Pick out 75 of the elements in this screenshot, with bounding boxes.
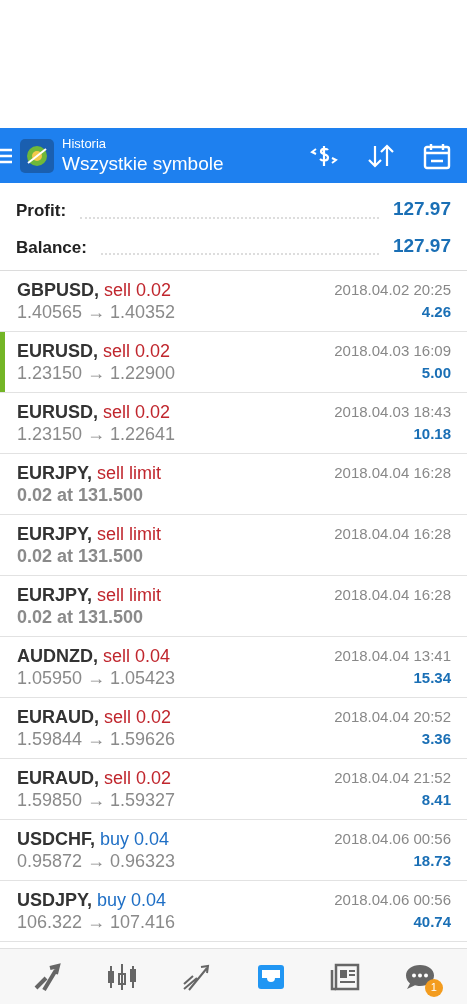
trade-action: sell 0.02 [103, 340, 171, 361]
deal-row[interactable]: EURAUD, sell 0.02 1.59844 → 1.59626 2018.04.04 20:52 3.36 [0, 698, 467, 759]
symbol-name: GBPUSD, [17, 279, 99, 300]
trade-action: sell 0.02 [104, 279, 172, 300]
order-volume-price: 0.02 at 131.500 [17, 484, 145, 507]
deal-time: 2018.04.06 00:56 [334, 830, 451, 849]
deal-profit: 40.74 [413, 912, 451, 932]
deal-row[interactable]: EURJPY, sell limit 0.02 at 131.500 2018.04.04 16:28 [0, 454, 467, 515]
deal-profit: 8.41 [421, 790, 451, 810]
header-title: Wszystkie symbole [62, 151, 224, 176]
deal-time: 2018.04.06 00:56 [334, 891, 451, 910]
price-change: 1.23150 → 1.22900 [17, 362, 176, 385]
calendar-icon[interactable] [423, 141, 451, 170]
price-change: 1.40565 → 1.40352 [17, 301, 176, 324]
symbol-name: EURJPY, [17, 523, 93, 544]
deal-profit: 5.00 [421, 363, 451, 383]
trade-action: buy 0.04 [97, 889, 167, 910]
order-volume-price: 0.02 at 131.500 [17, 606, 145, 629]
deal-profit: 3.36 [421, 729, 451, 749]
trade-action: sell 0.02 [104, 706, 172, 727]
deal-row[interactable]: USDJPY, buy 0.04 106.322 → 107.416 2018.04.06 00:56 40.74 [0, 881, 467, 942]
deal-profit: 15.34 [413, 668, 451, 688]
trade-action: sell limit [97, 584, 162, 605]
deal-row[interactable]: EURJPY, sell limit 0.02 at 131.500 2018.04.04 16:28 [0, 515, 467, 576]
header-subtitle: Historia [62, 135, 108, 152]
symbol-name: EURUSD, [17, 401, 98, 422]
summary-label: Balance: [16, 236, 87, 259]
menu-icon[interactable] [0, 147, 12, 164]
symbol-name: USDJPY, [17, 889, 93, 910]
deal-row[interactable]: EURUSD, sell 0.02 1.23150 → 1.22641 2018.04.03 18:43 10.18 [0, 393, 467, 454]
symbol-name: EURJPY, [17, 462, 93, 483]
deal-time: 2018.04.04 16:28 [334, 464, 451, 483]
deal-time: 2018.04.02 20:25 [334, 281, 451, 300]
deal-profit: 18.73 [413, 851, 451, 871]
sort-icon[interactable] [367, 142, 395, 169]
deal-row[interactable]: EURJPY, sell limit 0.02 at 131.500 2018.04.04 16:28 [0, 576, 467, 637]
trade-action: sell 0.02 [103, 401, 171, 422]
trade-action: sell limit [97, 462, 162, 483]
price-change: 1.23150 → 1.22641 [17, 423, 176, 446]
price-change: 1.05950 → 1.05423 [17, 667, 176, 690]
price-change: 1.59850 → 1.59327 [17, 789, 176, 812]
symbol-name: EURAUD, [17, 706, 99, 727]
deal-time: 2018.04.03 18:43 [334, 403, 451, 422]
symbol-name: AUDNZD, [17, 645, 98, 666]
deal-row[interactable]: USDCHF, buy 0.04 0.95872 → 0.96323 2018.04.06 00:56 18.73 [0, 820, 467, 881]
trade-action: sell 0.04 [103, 645, 171, 666]
summary-label: Profit: [16, 200, 67, 222]
trade-action: buy 0.04 [100, 828, 170, 849]
summary-value: 127.97 [392, 197, 451, 221]
arrows-icon [32, 961, 63, 992]
deal-profit: 10.18 [413, 424, 451, 444]
price-change: 106.322 → 107.416 [17, 911, 176, 934]
deal-time: 2018.04.03 16:09 [334, 342, 451, 361]
deal-time: 2018.04.04 20:52 [334, 708, 451, 727]
deal-time: 2018.04.04 21:52 [334, 769, 451, 788]
deal-time: 2018.04.04 16:28 [334, 525, 451, 544]
deal-row[interactable]: EURAUD, sell 0.02 1.59850 → 1.59327 2018.04.04 21:52 8.41 [0, 759, 467, 820]
symbol-name: EURUSD, [17, 340, 98, 361]
price-change: 1.59844 → 1.59626 [17, 728, 176, 751]
order-volume-price: 0.02 at 131.500 [17, 545, 145, 568]
newspaper-icon [329, 961, 362, 992]
deal-time: 2018.04.04 13:41 [334, 647, 451, 666]
deal-row[interactable]: EURUSD, sell 0.02 1.23150 → 1.22900 2018.04.03 16:09 5.00 [0, 332, 467, 393]
deal-row[interactable]: AUDNZD, sell 0.04 1.05950 → 1.05423 2018.04.04 13:41 15.34 [0, 637, 467, 698]
trade-action: sell limit [97, 523, 162, 544]
symbol-name: EURJPY, [17, 584, 93, 605]
deal-profit: 4.26 [421, 302, 451, 322]
trade-action: sell 0.02 [104, 767, 172, 788]
summary-value: 127.97 [392, 233, 451, 258]
price-change: 0.95872 → 0.96323 [17, 850, 176, 873]
deal-time: 2018.04.04 16:28 [334, 586, 451, 605]
deal-row[interactable]: GBPUSD, sell 0.02 1.40565 → 1.40352 2018.04.02 20:25 4.26 [0, 271, 467, 332]
symbol-name: USDCHF, [17, 828, 95, 849]
symbol-name: EURAUD, [17, 767, 99, 788]
app-logo-icon [20, 138, 54, 173]
